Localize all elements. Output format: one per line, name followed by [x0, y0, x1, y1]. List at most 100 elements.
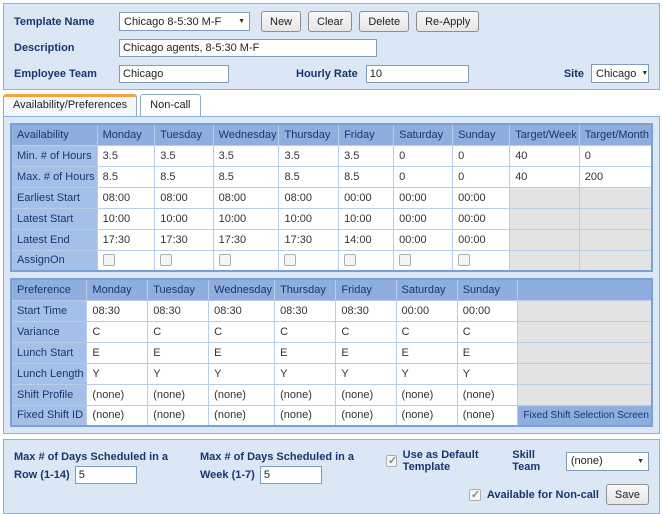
value-cell[interactable]: 08:30 [148, 300, 209, 321]
value-cell[interactable]: 17:30 [279, 229, 339, 250]
value-cell[interactable]: 17:30 [213, 229, 279, 250]
value-cell[interactable]: Y [275, 363, 336, 384]
employee-team-input[interactable] [119, 65, 229, 83]
clear-button[interactable]: Clear [308, 11, 352, 32]
value-cell[interactable]: C [336, 321, 396, 342]
value-cell[interactable]: Y [336, 363, 396, 384]
value-cell[interactable]: C [87, 321, 148, 342]
value-cell[interactable]: E [275, 342, 336, 363]
value-cell[interactable]: (none) [148, 405, 209, 426]
value-cell[interactable]: C [148, 321, 209, 342]
skill-team-select[interactable]: (none) ▼ [566, 452, 649, 471]
value-cell[interactable]: E [209, 342, 275, 363]
value-cell[interactable]: 200 [579, 166, 652, 187]
assignon-checkbox[interactable] [344, 254, 356, 266]
value-cell[interactable]: 8.5 [213, 166, 279, 187]
value-cell[interactable]: 0 [394, 166, 453, 187]
value-cell[interactable]: 3.5 [339, 145, 394, 166]
assignon-checkbox[interactable] [219, 254, 231, 266]
value-cell[interactable]: 00:00 [453, 229, 510, 250]
value-cell[interactable]: 00:00 [339, 187, 394, 208]
value-cell[interactable]: C [275, 321, 336, 342]
value-cell[interactable]: 00:00 [394, 187, 453, 208]
value-cell[interactable]: 00:00 [457, 300, 518, 321]
value-cell[interactable]: 10:00 [339, 208, 394, 229]
value-cell[interactable]: 0 [579, 145, 652, 166]
value-cell[interactable]: (none) [148, 384, 209, 405]
value-cell[interactable]: 0 [453, 145, 510, 166]
value-cell[interactable]: 08:00 [155, 187, 213, 208]
value-cell[interactable]: 08:00 [279, 187, 339, 208]
available-noncall-checkbox[interactable] [469, 489, 481, 501]
value-cell[interactable]: 8.5 [155, 166, 213, 187]
value-cell[interactable]: (none) [396, 384, 457, 405]
value-cell[interactable]: C [457, 321, 518, 342]
value-cell[interactable]: 00:00 [453, 187, 510, 208]
assignon-checkbox[interactable] [103, 254, 115, 266]
value-cell[interactable]: 14:00 [339, 229, 394, 250]
value-cell[interactable]: 17:30 [155, 229, 213, 250]
assignon-checkbox[interactable] [284, 254, 296, 266]
site-select[interactable]: Chicago ▼ [591, 64, 649, 83]
value-cell[interactable]: 08:00 [213, 187, 279, 208]
save-button[interactable]: Save [606, 484, 649, 505]
value-cell[interactable]: E [336, 342, 396, 363]
value-cell[interactable]: 00:00 [394, 208, 453, 229]
value-cell[interactable]: (none) [87, 405, 148, 426]
value-cell[interactable]: 40 [510, 145, 580, 166]
value-cell[interactable]: Y [396, 363, 457, 384]
value-cell[interactable]: 00:00 [453, 208, 510, 229]
value-cell[interactable]: C [209, 321, 275, 342]
value-cell[interactable]: Y [209, 363, 275, 384]
value-cell[interactable]: 3.5 [97, 145, 155, 166]
value-cell[interactable]: Y [457, 363, 518, 384]
value-cell[interactable]: 00:00 [394, 229, 453, 250]
value-cell[interactable]: 8.5 [339, 166, 394, 187]
value-cell[interactable]: Y [148, 363, 209, 384]
tab-availability-preferences[interactable]: Availability/Preferences [3, 94, 137, 116]
value-cell[interactable]: 08:30 [336, 300, 396, 321]
value-cell[interactable]: (none) [275, 384, 336, 405]
assignon-checkbox[interactable] [458, 254, 470, 266]
value-cell[interactable]: 3.5 [279, 145, 339, 166]
value-cell[interactable]: E [396, 342, 457, 363]
assignon-checkbox[interactable] [399, 254, 411, 266]
use-default-checkbox[interactable] [386, 455, 397, 467]
new-button[interactable]: New [261, 11, 301, 32]
value-cell[interactable]: E [457, 342, 518, 363]
assignon-checkbox[interactable] [160, 254, 172, 266]
value-cell[interactable]: 3.5 [213, 145, 279, 166]
tab-non-call[interactable]: Non-call [140, 94, 200, 116]
value-cell[interactable]: 0 [453, 166, 510, 187]
fixed-shift-selection-button[interactable]: Fixed Shift Selection Screen [518, 405, 652, 426]
value-cell[interactable]: (none) [336, 405, 396, 426]
value-cell[interactable]: 3.5 [155, 145, 213, 166]
max-days-row-input[interactable] [75, 466, 137, 484]
value-cell[interactable]: E [148, 342, 209, 363]
value-cell[interactable]: (none) [336, 384, 396, 405]
value-cell[interactable]: 00:00 [396, 300, 457, 321]
value-cell[interactable]: 40 [510, 166, 580, 187]
hourly-rate-input[interactable] [366, 65, 469, 83]
value-cell[interactable]: 10:00 [213, 208, 279, 229]
value-cell[interactable]: 08:00 [97, 187, 155, 208]
max-days-week-input[interactable] [260, 466, 322, 484]
value-cell[interactable]: 10:00 [279, 208, 339, 229]
value-cell[interactable]: 8.5 [97, 166, 155, 187]
value-cell[interactable]: (none) [209, 384, 275, 405]
value-cell[interactable]: 08:30 [275, 300, 336, 321]
value-cell[interactable]: 10:00 [155, 208, 213, 229]
value-cell[interactable]: 08:30 [209, 300, 275, 321]
value-cell[interactable]: E [87, 342, 148, 363]
description-input[interactable] [119, 39, 377, 57]
value-cell[interactable]: (none) [457, 384, 518, 405]
value-cell[interactable]: 17:30 [97, 229, 155, 250]
value-cell[interactable]: C [396, 321, 457, 342]
value-cell[interactable]: (none) [209, 405, 275, 426]
delete-button[interactable]: Delete [359, 11, 409, 32]
template-name-select[interactable]: Chicago 8-5:30 M-F ▼ [119, 12, 250, 31]
value-cell[interactable]: (none) [457, 405, 518, 426]
value-cell[interactable]: Y [87, 363, 148, 384]
reapply-button[interactable]: Re-Apply [416, 11, 479, 32]
value-cell[interactable]: 0 [394, 145, 453, 166]
